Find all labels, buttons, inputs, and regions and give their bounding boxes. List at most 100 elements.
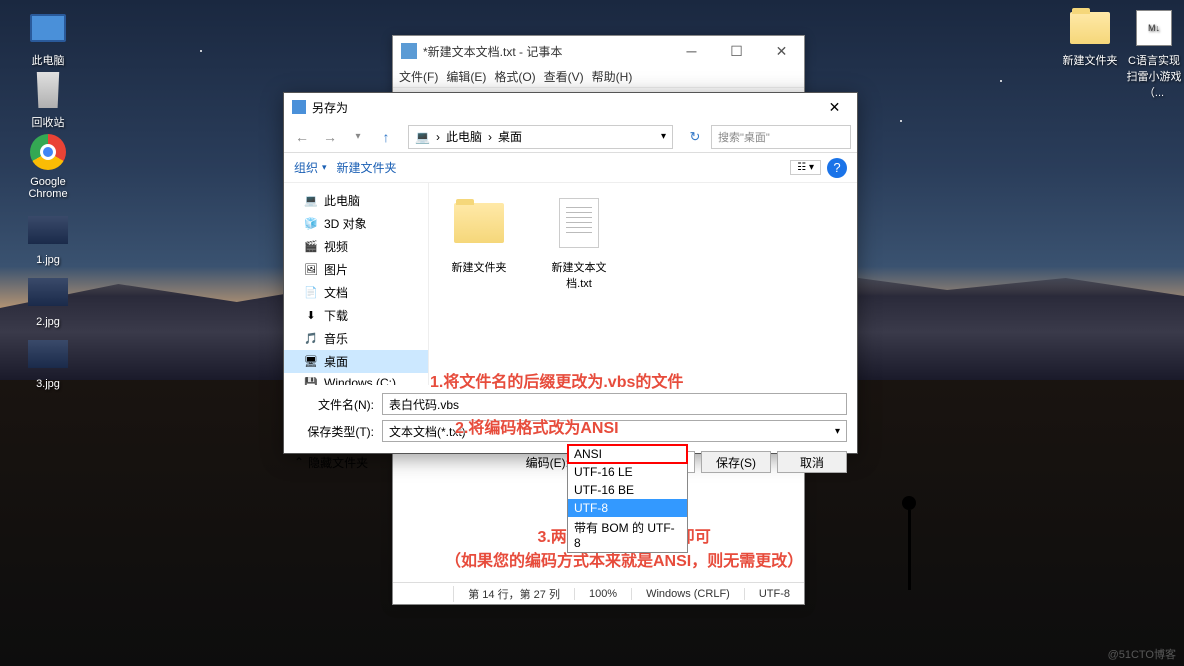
encoding-option[interactable]: UTF-8 [568, 499, 687, 517]
sidebar-item[interactable]: 🧊 3D 对象 [284, 212, 428, 235]
sidebar-item[interactable]: 🎬 视频 [284, 235, 428, 258]
icon-label: Google Chrome [18, 176, 78, 200]
sidebar-icon: 🖼 [304, 263, 318, 277]
save-button[interactable]: 保存(S) [701, 451, 771, 473]
menu-item[interactable]: 文件(F) [399, 68, 438, 85]
saveas-dialog: 另存为 ✕ ← → ▾ ↑ 💻 › 此电脑 › 桌面 ▾ ↻ 搜索"桌面" 组织… [283, 92, 858, 454]
status-eol: Windows (CRLF) [631, 588, 744, 600]
star [900, 120, 902, 122]
sidebar-icon: 💾 [304, 376, 318, 385]
img1-icon [28, 210, 68, 250]
desktop-icon-thispc[interactable]: 此电脑 [18, 8, 78, 68]
sidebar-item[interactable]: ⬇下载 [284, 304, 428, 327]
breadcrumb[interactable]: 💻 › 此电脑 › 桌面 ▾ [408, 125, 673, 149]
desktop-icon-img1[interactable]: 1.jpg [18, 210, 78, 266]
sidebar-item[interactable]: 🎵音乐 [284, 327, 428, 350]
icon-label: 此电脑 [18, 52, 78, 68]
icon-label: 3.jpg [18, 378, 78, 390]
file-label: 新建文件夹 [439, 259, 519, 275]
notepad-titlebar[interactable]: *新建文本文档.txt - 记事本 ─ ☐ ✕ [393, 36, 804, 66]
txt-icon [549, 193, 609, 253]
menu-item[interactable]: 编辑(E) [446, 68, 486, 85]
file-item[interactable]: 新建文件夹 [439, 193, 519, 375]
sidebar-label: 文档 [324, 284, 348, 301]
sidebar-icon: ⬇ [304, 309, 318, 323]
notepad-menubar: 文件(F) 编辑(E) 格式(O) 查看(V) 帮助(H) [393, 66, 804, 88]
sidebar-icon: 🖥 [304, 355, 318, 369]
notepad-statusbar: 第 14 行，第 27 列 100% Windows (CRLF) UTF-8 [393, 582, 804, 604]
desktop-icon-recycle[interactable]: 回收站 [18, 70, 78, 130]
cgame-icon: M↓ [1134, 8, 1174, 48]
minimize-button[interactable]: ─ [669, 36, 714, 66]
icon-label: 新建文件夹 [1060, 52, 1120, 68]
newfolder-button[interactable]: 新建文件夹 [337, 159, 397, 176]
watermark: @51CTO博客 [1108, 646, 1176, 662]
file-item[interactable]: 新建文本文档.txt [539, 193, 619, 375]
up-button[interactable]: ↑ [374, 125, 398, 149]
organize-button[interactable]: 组织 ▾ [294, 159, 327, 176]
view-button[interactable]: ☷ ▾ [790, 160, 821, 175]
forward-button[interactable]: → [318, 125, 342, 149]
filename-input[interactable] [382, 393, 847, 415]
encoding-option[interactable]: UTF-16 LE [568, 463, 687, 481]
sidebar-item[interactable]: 💻 此电脑 [284, 189, 428, 212]
sidebar-icon: 💻 [304, 194, 318, 208]
file-label: 新建文本文档.txt [539, 259, 619, 291]
status-position: 第 14 行，第 27 列 [453, 586, 574, 602]
encoding-dropdown: ANSIUTF-16 LEUTF-16 BEUTF-8带有 BOM 的 UTF-… [567, 444, 688, 553]
maximize-button[interactable]: ☐ [714, 36, 759, 66]
menu-item[interactable]: 格式(O) [494, 68, 535, 85]
menu-item[interactable]: 查看(V) [544, 68, 584, 85]
sidebar-label: Windows (C:) [324, 376, 396, 385]
close-button[interactable]: ✕ [812, 93, 857, 121]
breadcrumb-item[interactable]: 桌面 [498, 128, 522, 145]
encoding-option[interactable]: ANSI [568, 445, 687, 463]
desktop-icon-img3[interactable]: 3.jpg [18, 334, 78, 390]
star [200, 50, 202, 52]
encoding-option[interactable]: 带有 BOM 的 UTF-8 [568, 517, 687, 552]
sidebar-item[interactable]: 💾 Windows (C:) [284, 373, 428, 385]
desktop-icon-cgame[interactable]: M↓C语言实现扫雷小游戏（... [1124, 8, 1184, 100]
history-dropdown[interactable]: ▾ [346, 125, 370, 149]
status-encoding: UTF-8 [744, 588, 804, 600]
saveas-sidebar: 💻 此电脑 🧊 3D 对象 🎬 视频 🖼图片📄文档⬇下载🎵音乐 🖥 桌面 💾 Windows (C:… [284, 183, 429, 385]
chrome-icon [28, 132, 68, 172]
help-icon[interactable]: ? [827, 158, 847, 178]
newfolder-icon [1070, 8, 1110, 48]
encoding-label: 编码(E): [526, 454, 569, 471]
sidebar-item[interactable]: 🖼图片 [284, 258, 428, 281]
sidebar-label: 3D 对象 [324, 215, 367, 232]
img3-icon [28, 334, 68, 374]
encoding-option[interactable]: UTF-16 BE [568, 481, 687, 499]
menu-item[interactable]: 帮助(H) [592, 68, 633, 85]
desktop-icon-img2[interactable]: 2.jpg [18, 272, 78, 328]
folder-icon [449, 193, 509, 253]
sidebar-icon: 🎬 [304, 240, 318, 254]
saveas-titlebar[interactable]: 另存为 ✕ [284, 93, 857, 121]
hide-folders-toggle[interactable]: ⌃ 隐藏文件夹 [294, 454, 368, 471]
search-placeholder: 搜索"桌面" [718, 129, 770, 145]
img2-icon [28, 272, 68, 312]
status-zoom: 100% [574, 588, 631, 600]
icon-label: 1.jpg [18, 254, 78, 266]
sidebar-label: 桌面 [324, 353, 348, 370]
breadcrumb-item[interactable]: 此电脑 [446, 128, 482, 145]
saveas-navbar: ← → ▾ ↑ 💻 › 此电脑 › 桌面 ▾ ↻ 搜索"桌面" [284, 121, 857, 153]
sidebar-label: 视频 [324, 238, 348, 255]
sidebar-item[interactable]: 🖥 桌面 [284, 350, 428, 373]
breadcrumb-sep: › [436, 130, 440, 144]
icon-label: 回收站 [18, 114, 78, 130]
cancel-button[interactable]: 取消 [777, 451, 847, 473]
sidebar-label: 此电脑 [324, 192, 360, 209]
filename-label: 文件名(N): [294, 396, 374, 413]
desktop-icon-chrome[interactable]: Google Chrome [18, 132, 78, 200]
sidebar-item[interactable]: 📄文档 [284, 281, 428, 304]
search-input[interactable]: 搜索"桌面" [711, 125, 851, 149]
sidebar-icon: 🧊 [304, 217, 318, 231]
file-area[interactable]: 新建文件夹 新建文本文档.txt [429, 183, 857, 385]
desktop-icon-newfolder[interactable]: 新建文件夹 [1060, 8, 1120, 68]
close-button[interactable]: ✕ [759, 36, 804, 66]
back-button[interactable]: ← [290, 125, 314, 149]
refresh-button[interactable]: ↻ [683, 125, 707, 149]
dropdown-icon[interactable]: ▾ [661, 131, 666, 142]
